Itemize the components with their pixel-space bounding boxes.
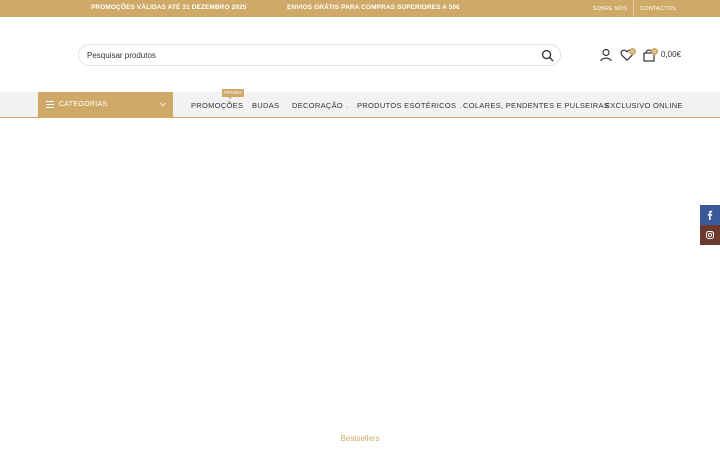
nav-item-decoracao-label: DECORAÇÃO xyxy=(292,101,344,110)
main-navigation: CATEGORIAS PROMOÇÕES BUDAS DECORAÇÃO ⌄ PR… xyxy=(0,92,720,118)
nav-item-produtos-esotericos-label: PRODUTOS ESOTÉRICOS xyxy=(357,101,457,110)
chevron-down-icon xyxy=(160,102,166,107)
categories-label: CATEGORIAS xyxy=(59,101,108,108)
menu-icon xyxy=(46,101,54,108)
nav-item-colares[interactable]: COLARES, PENDENTES E PULSEIRAS xyxy=(463,101,609,110)
site-header: 0 0 0,00€ xyxy=(0,17,720,92)
wishlist-count-badge: 0 xyxy=(629,48,636,55)
contacts-link[interactable]: CONTACTOS xyxy=(634,6,682,12)
facebook-icon xyxy=(707,210,713,220)
about-us-link[interactable]: SOBRE NÓS xyxy=(587,6,634,12)
categories-dropdown[interactable]: CATEGORIAS xyxy=(38,92,173,118)
search-bar xyxy=(78,44,561,66)
nav-item-exclusivo-online[interactable]: EXCLUSIVO ONLINE xyxy=(605,101,683,110)
promo-badge: PROMO xyxy=(222,89,245,99)
promo-message-free-shipping: ENVIOS GRÁTIS PARA COMPRAS SUPERIORES A … xyxy=(287,4,460,11)
promo-message-validity: PROMOÇÕES VÁLIDAS ATÉ 31 DEZEMBRO 2025 xyxy=(91,4,247,11)
facebook-share-button[interactable] xyxy=(700,205,720,225)
search-input[interactable] xyxy=(87,48,527,63)
cart-count-badge: 0 xyxy=(651,48,658,55)
top-promo-bar: PROMOÇÕES VÁLIDAS ATÉ 31 DEZEMBRO 2025 E… xyxy=(0,0,720,17)
nav-item-promocoes[interactable]: PROMOÇÕES xyxy=(191,101,243,110)
top-links: SOBRE NÓS CONTACTOS xyxy=(587,0,682,17)
chevron-down-icon: ⌄ xyxy=(345,104,350,110)
search-icon[interactable] xyxy=(541,49,554,62)
instagram-button[interactable] xyxy=(700,225,720,245)
nav-item-budas[interactable]: BUDAS xyxy=(252,101,279,110)
nav-item-decoracao[interactable]: DECORAÇÃO ⌄ xyxy=(292,101,350,110)
user-icon[interactable] xyxy=(599,48,613,62)
cart-total[interactable]: 0,00€ xyxy=(661,50,681,59)
bestsellers-heading: Bestsellers xyxy=(340,434,380,443)
nav-item-produtos-esotericos[interactable]: PRODUTOS ESOTÉRICOS ⌄ xyxy=(357,101,463,110)
instagram-icon xyxy=(706,231,714,239)
